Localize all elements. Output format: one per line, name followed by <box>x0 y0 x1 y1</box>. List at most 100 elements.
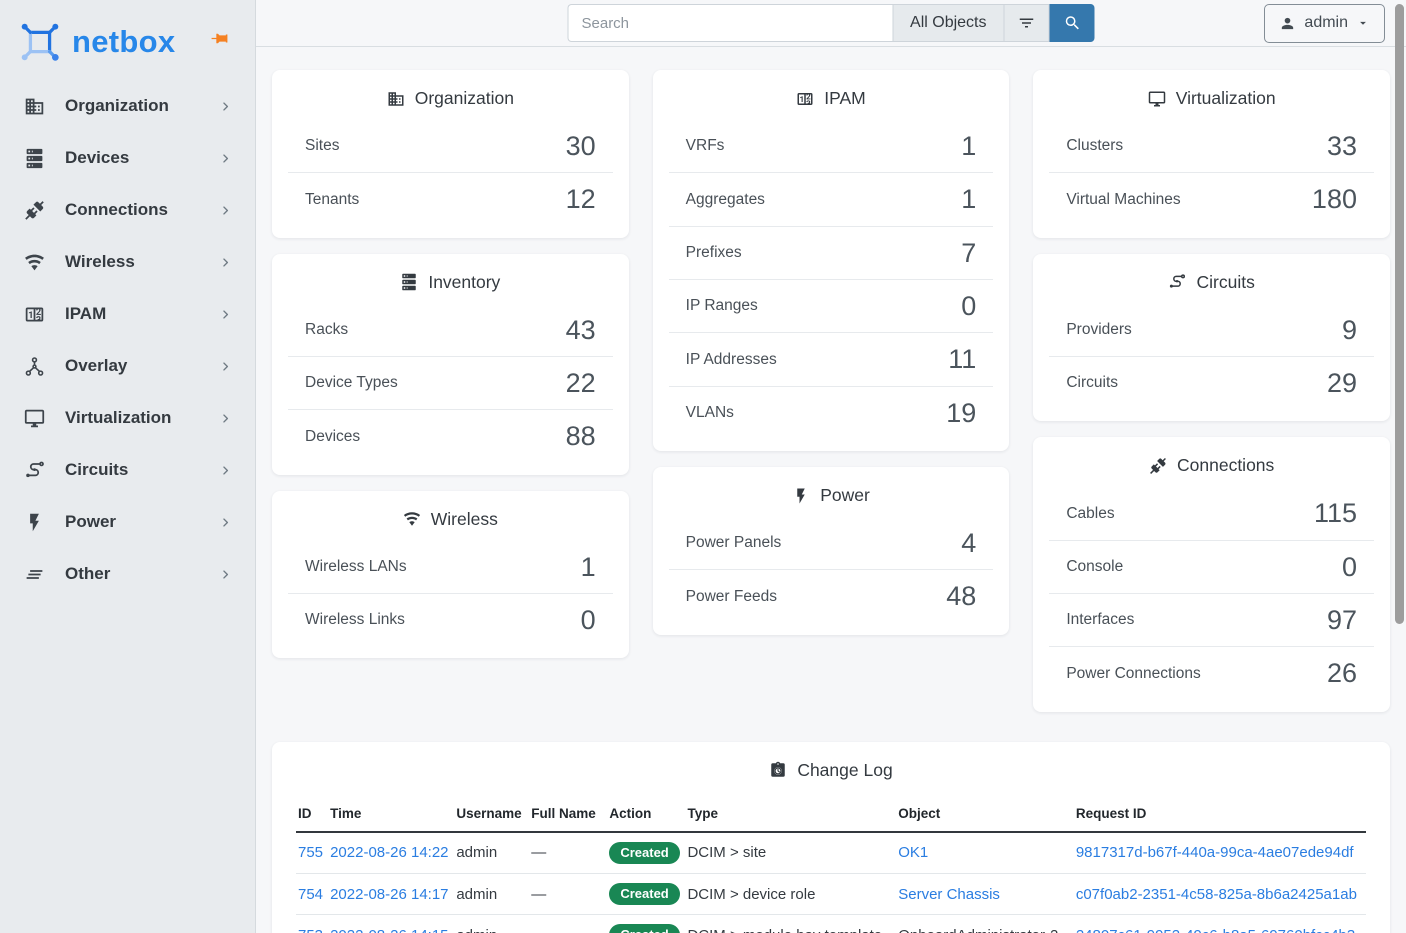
building-icon <box>24 96 45 117</box>
cell-username: admin <box>454 915 529 933</box>
changelog-id-link[interactable]: 753 <box>298 927 323 933</box>
changelog-type: DCIM > device role <box>687 886 815 903</box>
sidebar-item-label: Overlay <box>65 356 218 376</box>
chevron-right-icon <box>218 307 233 322</box>
stat-row-sites[interactable]: Sites30 <box>288 120 613 172</box>
sidebar-item-other[interactable]: Other <box>0 548 255 600</box>
changelog-request-id-link[interactable]: 24807c61-9952-49c6-b8a5-69760bfcc4b3 <box>1076 927 1355 933</box>
stat-value: 9 <box>1342 316 1357 344</box>
stat-value: 0 <box>961 292 976 320</box>
stat-value: 29 <box>1327 369 1357 397</box>
account-icon <box>1279 15 1296 32</box>
chevron-right-icon <box>218 151 233 166</box>
changelog-time-link[interactable]: 2022-08-26 14:17 <box>330 886 448 903</box>
stat-value: 19 <box>946 399 976 427</box>
stat-row-ip-addresses[interactable]: IP Addresses11 <box>669 332 994 385</box>
card-ipam: IPAMVRFs1Aggregates1Prefixes7IP Ranges0I… <box>653 70 1010 451</box>
stat-value: 12 <box>566 185 596 213</box>
stat-value: 22 <box>566 369 596 397</box>
stat-row-clusters[interactable]: Clusters33 <box>1049 120 1374 172</box>
column-header-username: Username <box>454 796 529 832</box>
caret-down-icon <box>1356 16 1370 30</box>
wifi-icon <box>403 510 421 528</box>
cell-full-name: — <box>529 874 607 915</box>
stat-row-circuits[interactable]: Circuits29 <box>1049 356 1374 409</box>
stat-row-power-feeds[interactable]: Power Feeds48 <box>669 569 994 622</box>
changelog-type: DCIM > site <box>687 844 766 861</box>
changelog-type: DCIM > module bay template <box>687 927 882 933</box>
sidebar: netbox OrganizationDevicesConnectionsWir… <box>0 0 256 933</box>
stat-row-device-types[interactable]: Device Types22 <box>288 356 613 409</box>
bolt-icon <box>24 512 45 533</box>
stat-row-power-panels[interactable]: Power Panels4 <box>669 517 994 569</box>
stat-row-wireless-links[interactable]: Wireless Links0 <box>288 593 613 646</box>
sidebar-item-connections[interactable]: Connections <box>0 184 255 236</box>
stat-row-devices[interactable]: Devices 88 <box>288 409 613 462</box>
changelog-time-link[interactable]: 2022-08-26 14:22 <box>330 844 448 861</box>
cell-object: Server Chassis <box>896 874 1074 915</box>
sidebar-item-label: Virtualization <box>65 408 218 428</box>
sidebar-item-wireless[interactable]: Wireless <box>0 236 255 288</box>
stat-row-providers[interactable]: Providers9 <box>1049 304 1374 356</box>
cell-id: 753 <box>296 915 328 933</box>
scrollbar-thumb[interactable] <box>1395 4 1404 624</box>
sidebar-item-power[interactable]: Power <box>0 496 255 548</box>
filter-button[interactable] <box>1005 4 1050 42</box>
changelog-object-link[interactable]: OK1 <box>898 844 928 861</box>
changelog-id-link[interactable]: 755 <box>298 844 323 861</box>
user-menu-button[interactable]: admin <box>1264 4 1385 43</box>
stat-row-vlans[interactable]: VLANs19 <box>669 386 994 439</box>
pin-icon[interactable] <box>210 29 229 48</box>
sidebar-item-devices[interactable]: Devices <box>0 132 255 184</box>
sidebar-item-overlay[interactable]: Overlay <box>0 340 255 392</box>
changelog-object-link[interactable]: Server Chassis <box>898 886 1000 903</box>
stat-value: 0 <box>581 606 596 634</box>
plug-icon <box>24 200 45 221</box>
sidebar-item-ipam[interactable]: IPAM <box>0 288 255 340</box>
changelog-full-name: — <box>531 844 546 861</box>
changelog-request-id-link[interactable]: c07f0ab2-2351-4c58-825a-8b6a2425a1ab <box>1076 886 1357 903</box>
stat-label: Sites <box>305 137 339 155</box>
changelog-row: 7552022-08-26 14:22admin—CreatedDCIM > s… <box>296 832 1366 874</box>
changelog-id-link[interactable]: 754 <box>298 886 323 903</box>
search-input[interactable] <box>568 4 893 42</box>
cell-action: Created <box>607 832 685 874</box>
changelog-username: admin <box>456 886 497 903</box>
stat-value: 97 <box>1327 606 1357 634</box>
search-scope-button[interactable]: All Objects <box>892 4 1004 42</box>
stat-row-virtual-machines[interactable]: Virtual Machines180 <box>1049 172 1374 225</box>
stat-row-racks[interactable]: Racks43 <box>288 304 613 356</box>
stat-label: Devices <box>305 428 360 446</box>
cell-action: Created <box>607 915 685 933</box>
stat-row-interfaces[interactable]: Interfaces 97 <box>1049 593 1374 646</box>
sidebar-item-virtualization[interactable]: Virtualization <box>0 392 255 444</box>
stat-value: 48 <box>946 582 976 610</box>
stat-row-power-connections[interactable]: Power Connections26 <box>1049 646 1374 699</box>
stat-row-ip-ranges[interactable]: IP Ranges0 <box>669 279 994 332</box>
stat-value: 1 <box>961 185 976 213</box>
changelog-time-link[interactable]: 2022-08-26 14:15 <box>330 927 448 933</box>
column-header-action: Action <box>607 796 685 832</box>
cell-object: OK1 <box>896 832 1074 874</box>
changelog-request-id-link[interactable]: 9817317d-b67f-440a-99ca-4ae07ede94df <box>1076 844 1354 861</box>
netbox-logo[interactable] <box>17 19 63 65</box>
stat-row-cables[interactable]: Cables115 <box>1049 487 1374 539</box>
stat-row-console[interactable]: Console0 <box>1049 540 1374 593</box>
column-header-type: Type <box>685 796 896 832</box>
cell-full-name: — <box>529 915 607 933</box>
sidebar-item-circuits[interactable]: Circuits <box>0 444 255 496</box>
stat-row-aggregates[interactable]: Aggregates1 <box>669 172 994 225</box>
stat-row-wireless-lans[interactable]: Wireless LANs1 <box>288 541 613 593</box>
stat-label: Interfaces <box>1066 611 1134 629</box>
main-area: All Objects admin <box>256 0 1406 933</box>
card-title: Wireless <box>272 491 629 541</box>
stat-row-vrfs[interactable]: VRFs1 <box>669 120 994 172</box>
search-button[interactable] <box>1050 4 1095 42</box>
card-title-text: Power <box>820 485 870 506</box>
stat-value: 88 <box>566 422 596 450</box>
card-title: Virtualization <box>1033 70 1390 120</box>
stat-row-tenants[interactable]: Tenants12 <box>288 172 613 225</box>
sidebar-item-organization[interactable]: Organization <box>0 80 255 132</box>
filter-icon <box>1018 14 1036 32</box>
stat-row-prefixes[interactable]: Prefixes7 <box>669 226 994 279</box>
